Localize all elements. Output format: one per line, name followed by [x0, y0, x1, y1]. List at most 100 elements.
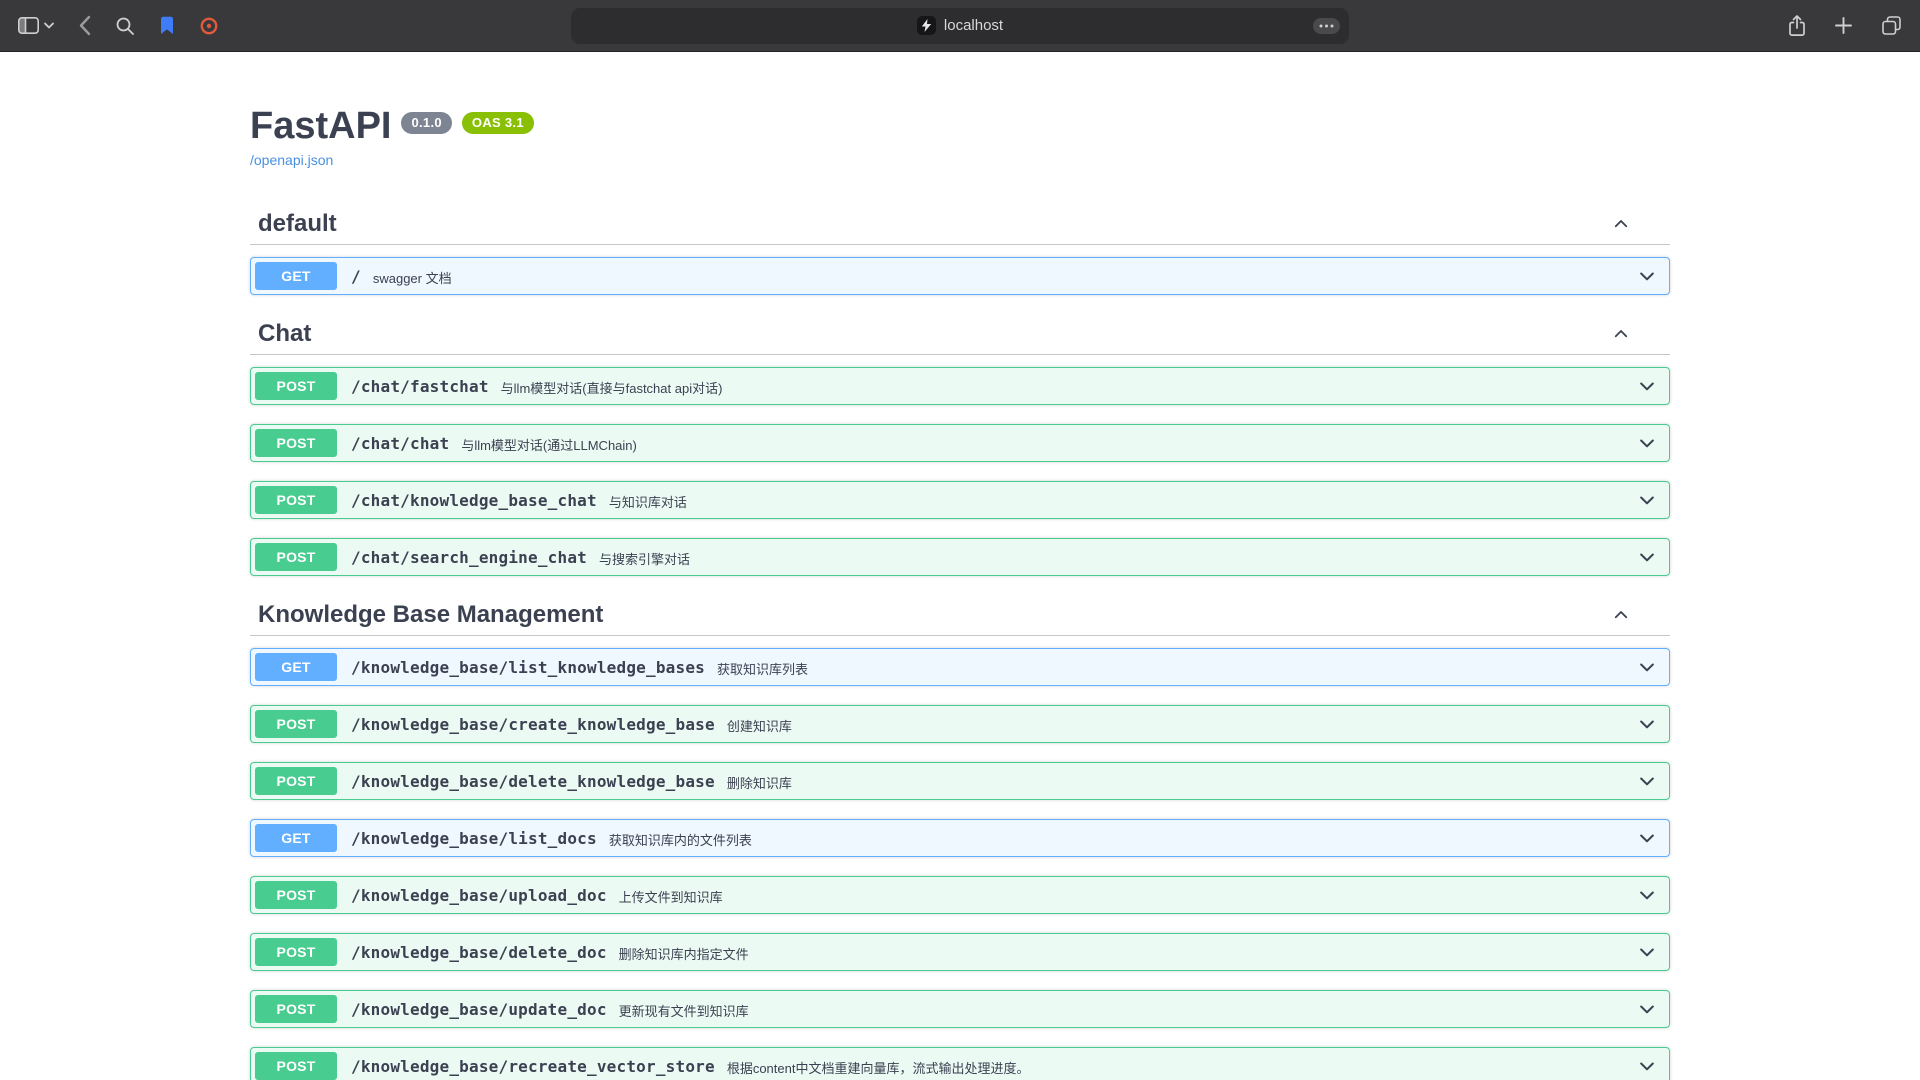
search-button[interactable] — [113, 14, 137, 38]
operation-summary: 获取知识库内的文件列表 — [609, 828, 1629, 849]
orange-target-icon — [199, 16, 219, 36]
expand-operation-button[interactable] — [1629, 997, 1665, 1021]
chevron-down-icon — [1637, 433, 1657, 453]
page-settings-button[interactable] — [1313, 18, 1340, 34]
operation-row[interactable]: POST/knowledge_base/recreate_vector_stor… — [250, 1047, 1670, 1080]
operation-summary: 与llm模型对话(直接与fastchat api对话) — [501, 376, 1629, 397]
operation-row[interactable]: POST/knowledge_base/upload_doc上传文件到知识库 — [250, 876, 1670, 914]
operation-row[interactable]: POST/knowledge_base/delete_knowledge_bas… — [250, 762, 1670, 800]
tab-overview-icon — [1881, 15, 1902, 36]
operation-row[interactable]: GET/knowledge_base/list_knowledge_bases获… — [250, 648, 1670, 686]
expand-operation-button[interactable] — [1629, 769, 1665, 793]
new-tab-button[interactable] — [1832, 14, 1855, 37]
plus-icon — [1834, 16, 1853, 35]
share-button[interactable] — [1786, 12, 1808, 39]
operation-row[interactable]: POST/chat/search_engine_chat与搜索引擎对话 — [250, 538, 1670, 576]
section-header[interactable]: Chat — [250, 314, 1670, 355]
chevron-up-icon — [1612, 606, 1630, 624]
operation-path: /knowledge_base/create_knowledge_base — [337, 715, 727, 734]
operation-summary: 与搜索引擎对话 — [599, 547, 1629, 568]
operation-path: /knowledge_base/recreate_vector_store — [337, 1057, 727, 1076]
blue-bookmark-extension-button[interactable] — [157, 14, 177, 37]
operation-summary: swagger 文档 — [373, 266, 1629, 287]
expand-operation-button[interactable] — [1629, 488, 1665, 512]
swagger-ui-page: FastAPI0.1.0OAS 3.1 /openapi.json defaul… — [0, 52, 1920, 1080]
method-badge: GET — [255, 824, 337, 852]
api-title-text: FastAPI — [250, 105, 391, 147]
operations-list: GET/swagger 文档 — [250, 245, 1670, 295]
chevron-down-icon — [1637, 657, 1657, 677]
address-bar[interactable]: localhost — [571, 8, 1349, 44]
operation-row[interactable]: POST/chat/knowledge_base_chat与知识库对话 — [250, 481, 1670, 519]
toolbar-left-group — [16, 13, 571, 38]
operation-row[interactable]: POST/chat/chat与llm模型对话(通过LLMChain) — [250, 424, 1670, 462]
page-title: FastAPI0.1.0OAS 3.1 — [250, 104, 1670, 148]
sidebar-toggle-button[interactable] — [16, 15, 56, 36]
ellipsis-icon — [1319, 24, 1334, 28]
expand-operation-button[interactable] — [1629, 826, 1665, 850]
browser-toolbar: localhost — [0, 0, 1920, 52]
expand-operation-button[interactable] — [1629, 655, 1665, 679]
section-title: Knowledge Base Management — [258, 601, 603, 629]
method-badge: POST — [255, 429, 337, 457]
orange-target-extension-button[interactable] — [197, 14, 221, 38]
operation-summary: 与知识库对话 — [609, 490, 1629, 511]
operation-row[interactable]: POST/knowledge_base/create_knowledge_bas… — [250, 705, 1670, 743]
expand-operation-button[interactable] — [1629, 940, 1665, 964]
back-button[interactable] — [76, 13, 93, 38]
section-header[interactable]: default — [250, 204, 1670, 245]
operation-path: /chat/chat — [337, 434, 461, 453]
operation-path: /knowledge_base/delete_knowledge_base — [337, 772, 727, 791]
expand-operation-button[interactable] — [1629, 264, 1665, 288]
api-tag-section: Knowledge Base Management GET/knowledge_b… — [250, 595, 1670, 1080]
operation-path: /knowledge_base/delete_doc — [337, 943, 619, 962]
share-icon — [1788, 14, 1806, 37]
expand-operation-button[interactable] — [1629, 712, 1665, 736]
operation-row[interactable]: POST/knowledge_base/update_doc更新现有文件到知识库 — [250, 990, 1670, 1028]
api-sections: default GET/swagger 文档 Chat POST/chat/fastc… — [250, 170, 1670, 1080]
operation-summary: 与llm模型对话(通过LLMChain) — [461, 433, 1629, 454]
operation-row[interactable]: GET/swagger 文档 — [250, 257, 1670, 295]
expand-operation-button[interactable] — [1629, 431, 1665, 455]
operation-row[interactable]: POST/chat/fastchat与llm模型对话(直接与fastchat a… — [250, 367, 1670, 405]
collapse-section-button[interactable] — [1608, 211, 1634, 237]
api-info: FastAPI0.1.0OAS 3.1 /openapi.json — [250, 104, 1670, 170]
method-badge: POST — [255, 938, 337, 966]
expand-operation-button[interactable] — [1629, 545, 1665, 569]
toolbar-right-group — [1349, 12, 1904, 39]
operation-path: /knowledge_base/list_docs — [337, 829, 609, 848]
method-badge: POST — [255, 767, 337, 795]
chevron-down-icon — [1637, 1056, 1657, 1076]
operation-row[interactable]: POST/knowledge_base/delete_doc删除知识库内指定文件 — [250, 933, 1670, 971]
method-badge: POST — [255, 486, 337, 514]
method-badge: POST — [255, 710, 337, 738]
tab-overview-button[interactable] — [1879, 13, 1904, 38]
api-tag-section: Chat POST/chat/fastchat与llm模型对话(直接与fastch… — [250, 314, 1670, 576]
content-wrapper: FastAPI0.1.0OAS 3.1 /openapi.json defaul… — [230, 104, 1690, 1080]
chevron-down-icon — [1637, 942, 1657, 962]
openapi-spec-link[interactable]: /openapi.json — [250, 152, 333, 168]
chevron-down-icon — [1637, 885, 1657, 905]
method-badge: POST — [255, 372, 337, 400]
operation-summary: 更新现有文件到知识库 — [619, 999, 1629, 1020]
collapse-section-button[interactable] — [1608, 321, 1634, 347]
site-favicon-icon — [917, 16, 936, 35]
expand-operation-button[interactable] — [1629, 374, 1665, 398]
operation-row[interactable]: GET/knowledge_base/list_docs获取知识库内的文件列表 — [250, 819, 1670, 857]
api-tag-section: default GET/swagger 文档 — [250, 204, 1670, 295]
expand-operation-button[interactable] — [1629, 1054, 1665, 1078]
chevron-down-icon — [1637, 714, 1657, 734]
sidebar-icon — [18, 17, 39, 34]
chevron-down-icon — [1637, 490, 1657, 510]
operation-summary: 获取知识库列表 — [717, 657, 1629, 678]
collapse-section-button[interactable] — [1608, 602, 1634, 628]
expand-operation-button[interactable] — [1629, 883, 1665, 907]
chevron-up-icon — [1612, 325, 1630, 343]
browser-window: localhost — [0, 0, 1920, 1080]
section-header[interactable]: Knowledge Base Management — [250, 595, 1670, 636]
chevron-down-icon — [1637, 266, 1657, 286]
operation-path: /knowledge_base/list_knowledge_bases — [337, 658, 717, 677]
oas-badge: OAS 3.1 — [462, 112, 534, 134]
operation-path: /knowledge_base/upload_doc — [337, 886, 619, 905]
search-icon — [115, 16, 135, 36]
